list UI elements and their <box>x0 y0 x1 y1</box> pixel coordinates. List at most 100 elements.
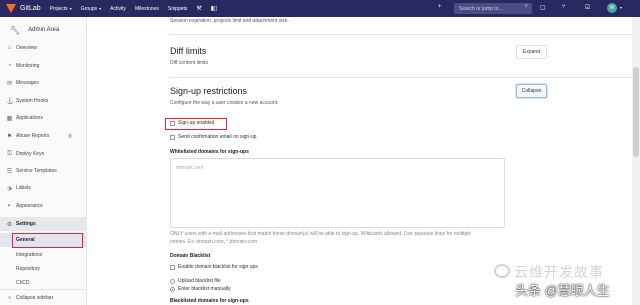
vertical-scrollbar[interactable] <box>632 17 640 305</box>
sidebar-item-label: Abuse Reports <box>16 133 50 139</box>
sidebar-item-overview[interactable]: ⌂ Overview <box>0 41 86 55</box>
sidebar-item-appearance[interactable]: ◐ Appearance <box>0 199 86 213</box>
nav-snippets-label: Snippets <box>167 5 188 12</box>
hook-icon: ⚓ <box>6 98 14 105</box>
send-confirmation-checkbox[interactable] <box>170 135 175 140</box>
plus-icon[interactable]: + <box>438 4 442 10</box>
sidebar-header[interactable]: 🔧︎ Admin Area <box>0 21 87 39</box>
collapse-sidebar-label: Collapse sidebar <box>16 294 54 301</box>
blacklist-enable-checkbox[interactable] <box>170 265 175 270</box>
collapse-button[interactable]: Collapse <box>516 84 547 98</box>
search-icon: ⌕ <box>524 3 528 9</box>
sidebar-subitem-repository[interactable]: Repository <box>0 262 86 276</box>
messages-icon: ✉ <box>6 80 13 87</box>
sidebar-item-label: Messages <box>16 80 39 86</box>
sidebar-item-service-templates[interactable]: ☰ Service Templates <box>0 164 86 178</box>
sidebar-item-label: Deploy Keys <box>16 151 45 157</box>
gitlab-logo[interactable]: GitLab <box>6 4 41 13</box>
sidebar-item-deploy-keys[interactable]: ⚿ Deploy Keys <box>0 147 86 161</box>
search-input[interactable]: Search or jump to... ⌕ <box>454 3 532 14</box>
issues-icon[interactable]: ▢ <box>540 4 546 11</box>
sidebar-item-messages[interactable]: ✉ Messages <box>0 76 86 90</box>
sidebar-item-monitoring[interactable]: ◔ Monitoring <box>0 59 86 73</box>
nav-groups[interactable]: Groups ▾ <box>81 6 101 12</box>
sidebar-item-settings[interactable]: ⚙ Settings <box>0 217 86 231</box>
highlight-box-general <box>12 233 83 248</box>
sidebar-item-label: System Hooks <box>16 98 49 104</box>
collapse-button-label: Collapse <box>521 88 542 94</box>
whitelist-placeholder: domain.com <box>176 165 204 171</box>
section-divider <box>170 34 632 35</box>
template-icon: ☰ <box>6 168 13 175</box>
wrench-icon: 🔧︎ <box>10 25 21 35</box>
nav-snippets[interactable]: Snippets <box>168 6 187 12</box>
watermark-text: 云维开发故事 <box>514 264 604 280</box>
merge-request-icon[interactable]: ⑂ <box>562 4 566 10</box>
sidebar-subitem-label: CI/CD <box>16 280 30 286</box>
sidebar-item-label: Applications <box>16 115 43 121</box>
avatar[interactable]: W <box>607 3 617 13</box>
sidebar-item-system-hooks[interactable]: ⚓ System Hooks <box>0 94 86 108</box>
prev-section-description: Session expiration, projects limit and a… <box>170 18 289 24</box>
sidebar-item-abuse-reports[interactable]: ⚑ Abuse Reports 0 <box>0 129 86 143</box>
diff-limits-description: Diff content limits <box>170 60 208 66</box>
admin-wrench-icon[interactable]: ⚒ <box>196 5 201 12</box>
brand-name: GitLab <box>20 5 41 12</box>
sidebar-subitem-integrations[interactable]: Integrations <box>0 248 86 262</box>
sidebar-item-label: Service Templates <box>16 168 57 174</box>
nav-milestones[interactable]: Milestones <box>135 6 159 12</box>
double-chevron-left-icon: « <box>8 294 11 301</box>
sidebar-item-label: Monitoring <box>16 63 40 69</box>
nav-projects[interactable]: Projects ▾ <box>50 6 72 12</box>
sidebar: 🔧︎ Admin Area ⌂ Overview ◔ Monitoring ✉ Mes… <box>0 17 87 305</box>
sidebar-item-applications[interactable]: ▦ Applications <box>0 111 86 125</box>
chart-icon[interactable]: ▮▯ <box>211 5 218 12</box>
domain-blacklist-title: Domain Blacklist <box>170 253 211 259</box>
applications-icon: ▦ <box>6 115 13 122</box>
upload-blacklist-label: Upload blacklist file <box>178 278 221 284</box>
whitelist-textarea[interactable]: domain.com <box>170 158 505 228</box>
chevron-down-icon: ▾ <box>69 6 72 11</box>
nav-projects-label: Projects <box>49 5 68 12</box>
enter-blacklist-label: Enter blacklist manually <box>178 286 231 292</box>
nav-activity[interactable]: Activity <box>110 6 126 12</box>
send-confirmation-label: Send confirmation email on sign-up <box>178 134 257 140</box>
sidebar-item-labels[interactable]: ⬗ Labels <box>0 181 86 195</box>
signup-restrictions-description: Configure the way a user creates a new a… <box>170 100 279 106</box>
sidebar-title: Admin Area <box>28 27 60 33</box>
sidebar-item-label: Overview <box>16 45 37 51</box>
collapse-sidebar-button[interactable]: « Collapse sidebar <box>0 289 86 305</box>
diff-limits-title: Diff limits <box>170 46 207 56</box>
nav-milestones-label: Milestones <box>134 5 159 12</box>
signup-restrictions-title: Sign-up restrictions <box>170 86 248 96</box>
flag-icon: ⚑ <box>6 133 13 140</box>
enter-blacklist-radio[interactable] <box>170 287 175 292</box>
sidebar-item-label: Labels <box>16 185 31 191</box>
sidebar-subitem-cicd[interactable]: CI/CD <box>0 276 86 290</box>
whitelist-help-line-2: entries. Ex: domain.com, *.domain.com <box>170 239 257 245</box>
appearance-icon: ◐ <box>7 203 12 209</box>
watermark-logo-icon <box>494 264 510 278</box>
gitlab-tanuki-icon <box>6 4 16 13</box>
sidebar-subitem-label: Integrations <box>16 252 43 258</box>
signup-enabled-label: Sign-up enabled <box>178 120 215 126</box>
avatar-initial: W <box>609 5 615 11</box>
signup-enabled-checkbox[interactable] <box>170 121 175 126</box>
sidebar-item-label: Appearance <box>16 203 43 209</box>
blacklisted-domains-label: Blacklisted domains for sign-ups <box>170 298 249 304</box>
abuse-count-badge: 0 <box>67 133 73 139</box>
credit-text: 头条 @慧眼人生 <box>515 283 610 298</box>
chevron-down-icon[interactable]: ▾ <box>620 5 622 10</box>
section-divider <box>170 77 632 78</box>
todo-icon[interactable]: ☑ <box>585 4 590 11</box>
key-icon: ⚿ <box>7 150 12 157</box>
blacklist-enable-label: Enable domain blacklist for sign ups <box>178 264 258 270</box>
sidebar-subitem-label: Repository <box>16 266 40 272</box>
gear-icon: ⚙ <box>6 221 13 228</box>
search-placeholder: Search or jump to... <box>459 5 503 12</box>
home-icon: ⌂ <box>7 45 12 51</box>
scrollbar-thumb[interactable] <box>633 67 639 157</box>
nav-activity-label: Activity <box>110 5 126 12</box>
expand-button[interactable]: Expand <box>516 45 547 59</box>
upload-blacklist-radio[interactable] <box>170 279 175 284</box>
